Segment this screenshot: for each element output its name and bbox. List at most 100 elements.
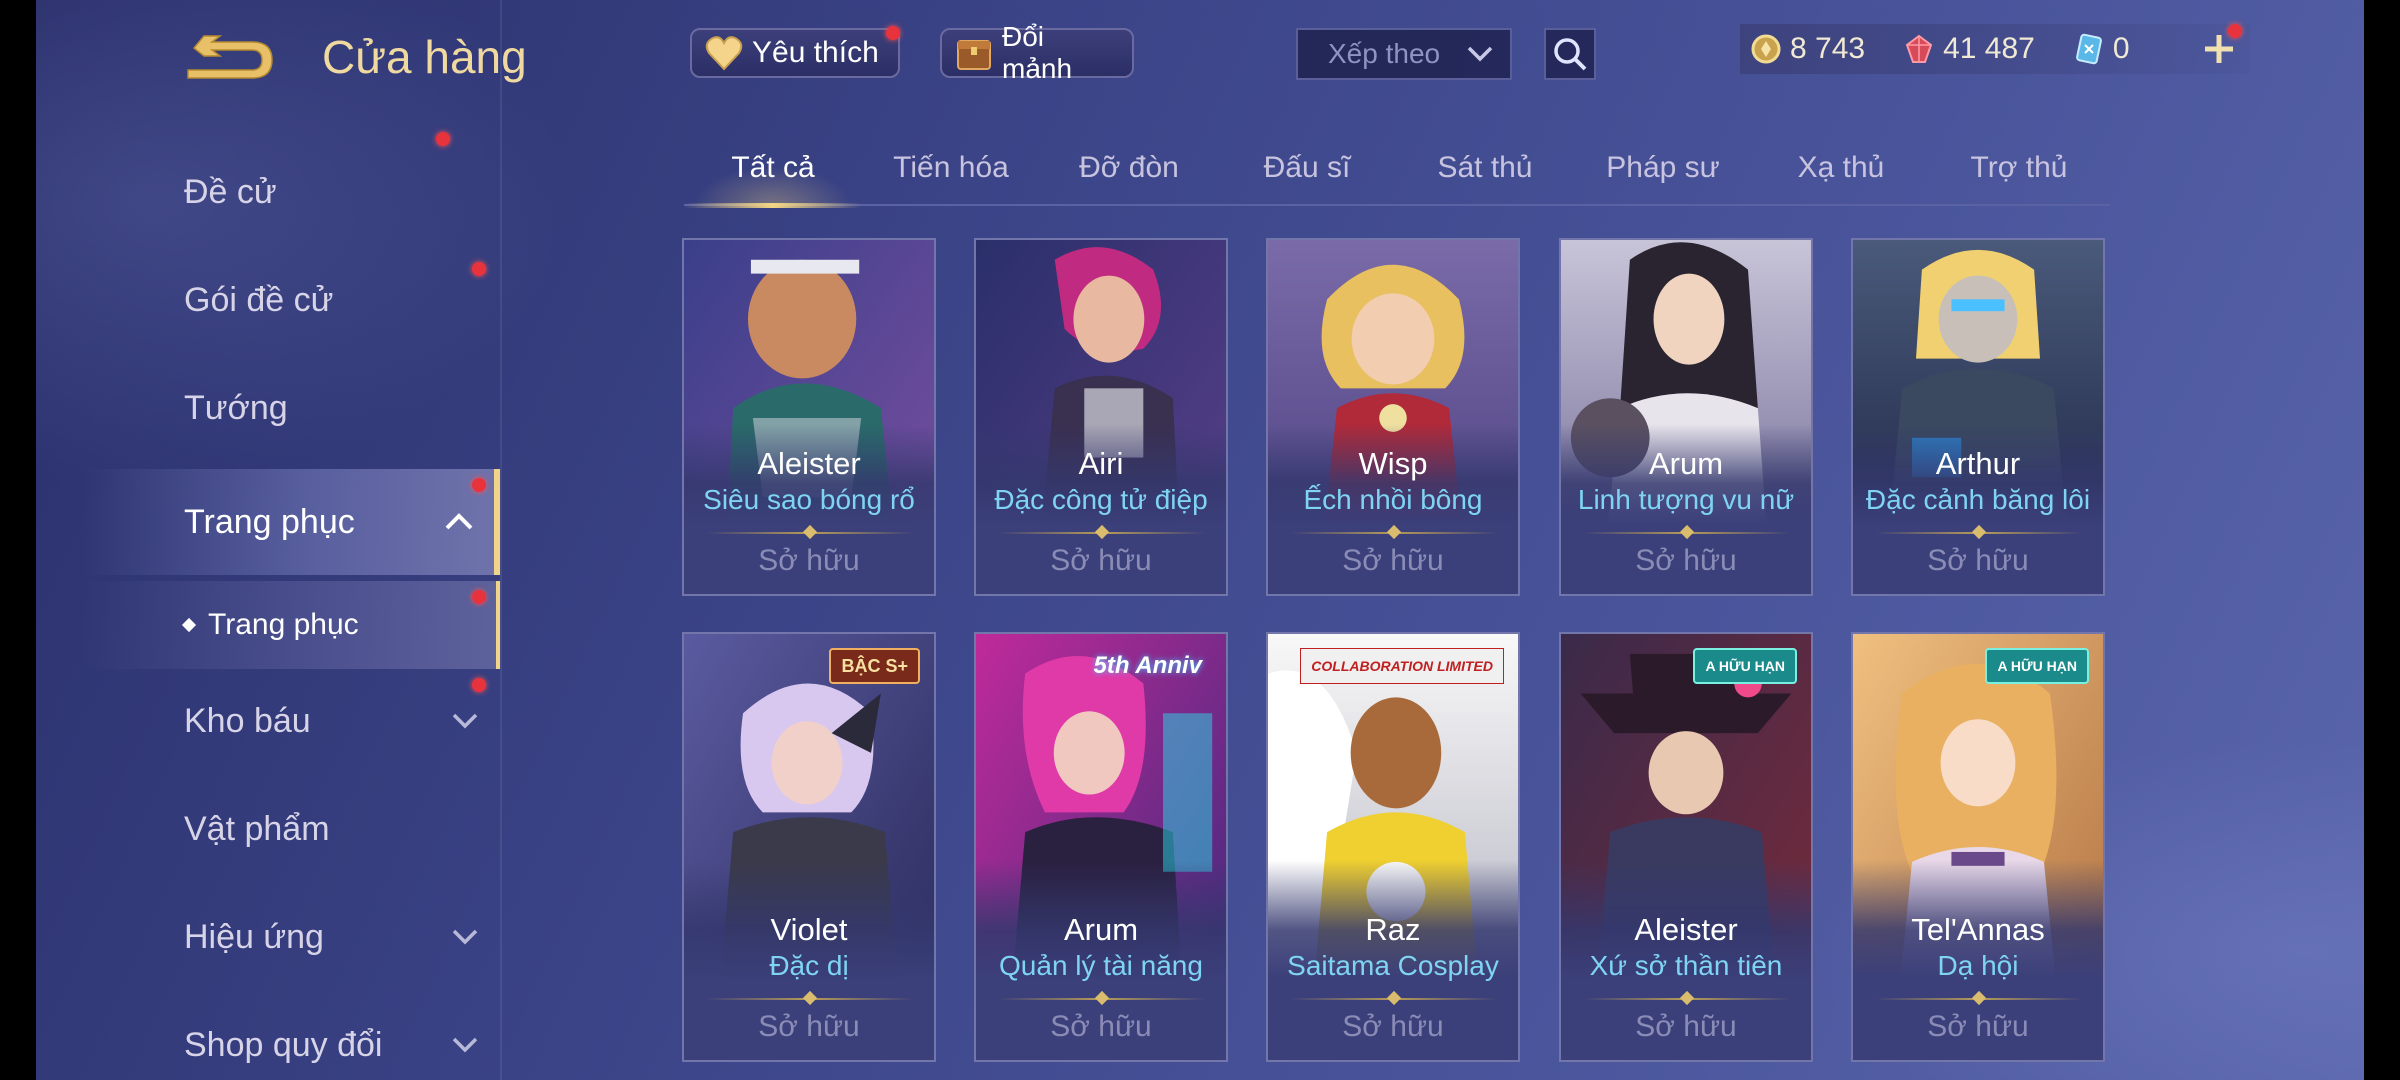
skin-card[interactable]: BẬC S+ Violet Đặc dị Sở hữu [682,632,936,1062]
sort-dropdown[interactable]: Xếp theo [1296,28,1512,80]
notification-dot [472,478,486,492]
ownership-status: Sở hữu [1342,1010,1444,1043]
hero-name: Aleister [1634,912,1738,947]
skin-card[interactable]: 5th Anniv Arum Quản lý tài năng Sở hữu [974,632,1228,1062]
ownership-status: Sở hữu [1635,1010,1737,1043]
ownership-status: Sở hữu [1342,544,1444,577]
sidebar-item-items[interactable]: Vật phẩm [36,776,500,882]
diamond-bullet-icon [181,617,197,633]
back-arrow-icon [187,35,273,79]
shard-exchange-label: Đổi mảnh [1002,21,1073,84]
search-icon [1554,38,1587,71]
tab-marksman[interactable]: Xạ thủ [1752,140,1930,204]
notification-dot [436,132,450,146]
skin-card[interactable]: Arthur Đặc cảnh băng lôi Sở hữu [1851,238,2105,596]
skin-card[interactable]: COLLABORATION LIMITED Raz Saitama Cospla… [1266,632,1520,1062]
chevron-up-icon [444,507,474,537]
sidebar-item-label: Hiệu ứng [184,917,324,956]
sidebar-item-recommended[interactable]: Đề cử [36,139,500,245]
card-divider [1875,532,2083,534]
ownership-status: Sở hữu [1050,1010,1152,1043]
gold-currency: 8 743 [1750,32,1865,66]
sidebar-item-label: Trang phục [184,502,355,541]
card-divider [1583,998,1791,1000]
sidebar-item-label: Kho báu [184,701,311,740]
skin-tier-badge: BẬC S+ [829,648,920,684]
favorites-label: Yêu thích [752,36,879,69]
skin-name: Siêu sao bóng rổ [703,484,915,515]
limited-badge: A HỮU HẠN [1985,648,2089,684]
card-divider [706,532,914,534]
page-title: Cửa hàng [322,31,527,83]
hero-name: Aleister [757,446,861,481]
heart-icon [704,33,744,73]
sidebar-item-label: Tướng [184,388,288,427]
card-divider [1290,532,1498,534]
ownership-status: Sở hữu [758,544,860,577]
skin-name: Xứ sở thần tiên [1589,950,1783,981]
search-button[interactable] [1544,28,1596,80]
tab-support[interactable]: Trợ thủ [1930,140,2108,204]
card-divider [998,998,1206,1000]
sidebar-item-recommended-packs[interactable]: Gói đề cử [36,132,500,353]
skin-card[interactable]: A HỮU HẠN Tel'Annas Dạ hội Sở hữu [1851,632,2105,1062]
notification-dot [472,262,486,276]
card-divider [1290,998,1498,1000]
card-divider [1583,532,1791,534]
skin-name: Saitama Cosplay [1287,950,1499,981]
screen-edge-left [0,0,36,1080]
hero-name: Tel'Annas [1911,912,2045,947]
sidebar: Đề cử Gói đề cử Tướng Trang phục Trang p… [36,130,502,1080]
gold-coin-icon [1751,34,1781,64]
skin-card[interactable]: A HỮU HẠN Aleister Xứ sở thần tiên Sở hữ… [1559,632,1813,1062]
skin-card[interactable]: Airi Đặc công tử điệp Sở hữu [974,238,1228,596]
notification-dot [2228,24,2242,38]
card-divider [1875,998,2083,1000]
sidebar-item-heroes[interactable]: Tướng [36,355,500,461]
currency-bar: 8 743 41 487 0 [1740,24,2250,74]
shard-exchange-button[interactable]: Đổi mảnh [940,21,1134,84]
tab-fighter[interactable]: Đấu sĩ [1218,140,1396,204]
blue-voucher-icon [2075,33,2102,65]
hero-name: Wisp [1358,446,1428,481]
ownership-status: Sở hữu [1050,544,1152,577]
hero-name: Raz [1365,912,1421,947]
card-divider [706,998,914,1000]
sidebar-item-effects[interactable]: Hiệu ứng [36,884,500,990]
gem-amount: 41 487 [1943,32,2035,65]
sidebar-subitem-skins[interactable]: Trang phục [36,581,500,669]
gem-currency: 41 487 [1903,32,2035,66]
category-tabs: Tất cả Tiến hóa Đỡ đòn Đấu sĩ Sát thủ Ph… [684,140,2110,208]
tab-tank[interactable]: Đỡ đòn [1040,140,1218,204]
tab-all[interactable]: Tất cả [684,140,862,208]
sidebar-item-skins[interactable]: Trang phục [36,469,500,575]
skin-name: Dạ hội [1937,950,2019,981]
skin-name: Đặc công tử điệp [994,484,1208,515]
shard-chest-icon [954,33,994,73]
tab-evolution[interactable]: Tiến hóa [862,140,1040,204]
skin-name: Đặc cảnh băng lôi [1865,484,2091,515]
notification-dot [472,678,486,692]
skin-name: Ếch nhồi bông [1303,484,1483,515]
favorites-button[interactable]: Yêu thích [690,26,900,78]
notification-dot [886,26,900,40]
skin-name: Quản lý tài năng [999,950,1203,981]
sidebar-item-label: Shop quy đổi [184,1025,383,1064]
top-up-button[interactable] [2196,24,2242,72]
sidebar-item-exchange-shop[interactable]: Shop quy đổi [36,992,500,1080]
tab-assassin[interactable]: Sát thủ [1396,140,1574,204]
skin-card[interactable]: Arum Linh tượng vu nữ Sở hữu [1559,238,1813,596]
sidebar-item-label: Đề cử [184,172,277,211]
hero-name: Arthur [1935,446,2021,481]
skin-card[interactable]: Wisp Ếch nhồi bông Sở hữu [1266,238,1520,596]
skin-card[interactable]: Aleister Siêu sao bóng rổ Sở hữu [682,238,936,596]
chevron-down-icon [1467,46,1493,62]
notification-dot [472,590,486,604]
tab-mage[interactable]: Pháp sư [1574,140,1752,204]
sidebar-item-treasure[interactable]: Kho báu [36,668,500,774]
voucher-currency: 0 [2073,32,2130,66]
sidebar-item-label: Vật phẩm [184,809,330,848]
back-button[interactable] [180,30,280,90]
skin-name: Linh tượng vu nữ [1577,484,1795,515]
hero-name: Arum [1063,912,1139,947]
